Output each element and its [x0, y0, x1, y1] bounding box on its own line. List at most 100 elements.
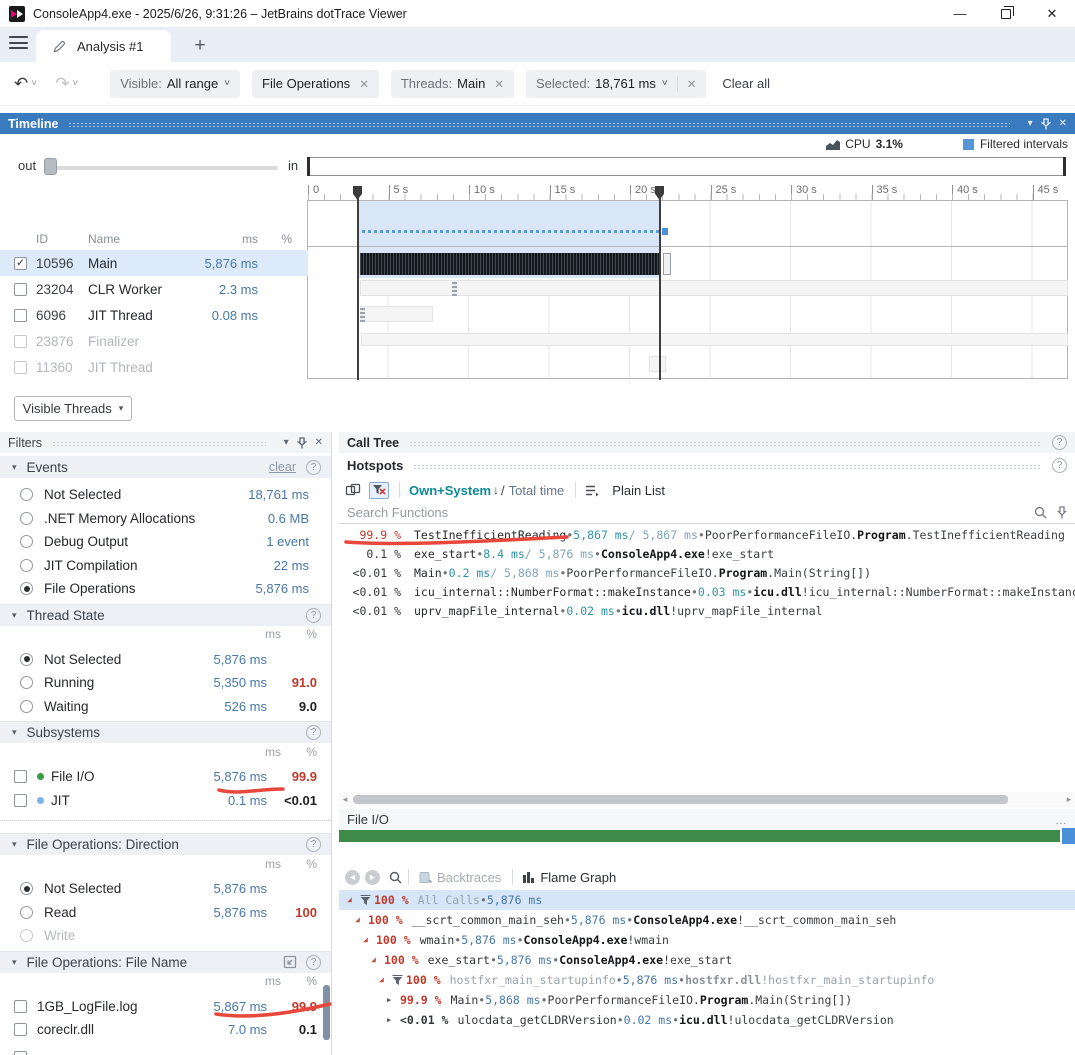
- scroll-right-icon[interactable]: ▸: [1063, 794, 1075, 805]
- direction-row[interactable]: Write: [0, 924, 331, 948]
- forward-icon[interactable]: ►: [365, 870, 380, 885]
- panel-close-icon[interactable]: ✕: [1059, 118, 1067, 129]
- plain-list-button[interactable]: Plain List: [612, 483, 665, 498]
- event-filter-row[interactable]: JIT Compilation 22 ms: [0, 554, 331, 578]
- call-tree-row[interactable]: ◢ 100 % All Calls • 5,876 ms: [339, 890, 1075, 910]
- filename-checkbox[interactable]: [14, 1000, 27, 1013]
- expand-arrow-icon[interactable]: ◢: [379, 970, 392, 990]
- filename-row[interactable]: 1GB_LogFile.log 5,867 ms 99.9: [0, 995, 331, 1019]
- filename-checkbox[interactable]: [14, 1023, 27, 1036]
- backtraces-button[interactable]: Backtraces: [437, 870, 501, 885]
- thread-state-row[interactable]: Running 5,350 ms 91.0: [0, 671, 331, 695]
- clipped-filename-checkbox[interactable]: [14, 1051, 27, 1055]
- flame-graph-icon[interactable]: [522, 871, 535, 883]
- panel-dropdown-icon[interactable]: ▾: [1028, 118, 1033, 129]
- tab-analysis-1[interactable]: Analysis #1: [36, 30, 171, 62]
- thread-checkbox[interactable]: [14, 309, 27, 322]
- radio-button[interactable]: [20, 582, 33, 595]
- direction-row[interactable]: Not Selected 5,876 ms: [0, 877, 331, 901]
- pin-icon[interactable]: [297, 437, 307, 449]
- radio-button[interactable]: [20, 559, 33, 572]
- call-tree-row[interactable]: ◢ 100 % hostfxr_main_startupinfo • 5,876…: [339, 970, 1075, 990]
- minimize-button[interactable]: —: [937, 0, 983, 27]
- scrollbar-thumb[interactable]: [353, 795, 1008, 804]
- remove-filter-icon[interactable]: ✕: [494, 77, 504, 91]
- subsystems-section-header[interactable]: ▾ Subsystems ?: [0, 721, 331, 743]
- scroll-left-icon[interactable]: ◂: [339, 794, 351, 805]
- hotspot-row[interactable]: 99.9 % TestInefficientReading • 5,867 ms…: [339, 526, 1075, 545]
- event-filter-row[interactable]: File Operations 5,876 ms: [0, 577, 331, 601]
- radio-button[interactable]: [20, 676, 33, 689]
- plain-list-icon[interactable]: [585, 484, 599, 497]
- sort-own-system-button[interactable]: Own+System: [409, 483, 491, 498]
- finalizer-activity-bar[interactable]: [361, 333, 1068, 346]
- expand-arrow-icon[interactable]: ▶: [387, 990, 400, 1010]
- close-button[interactable]: ✕: [1029, 0, 1075, 27]
- help-icon[interactable]: ?: [306, 460, 321, 475]
- collapse-chevron-icon[interactable]: ▾: [12, 727, 17, 738]
- thread-checkbox[interactable]: ✓: [14, 257, 27, 270]
- help-icon[interactable]: ?: [1052, 435, 1067, 450]
- filters-scrollbar-thumb[interactable]: [323, 985, 330, 1040]
- sort-total-time-button[interactable]: Total time: [509, 483, 565, 498]
- subsystem-row[interactable]: File I/O 5,876 ms 99.9: [0, 765, 331, 789]
- file-io-scrollbar-thumb[interactable]: [1062, 828, 1075, 844]
- visible-range-chip[interactable]: Visible: All range ˅: [110, 70, 240, 98]
- undo-icon[interactable]: ↶: [14, 74, 28, 94]
- radio-button[interactable]: [20, 882, 33, 895]
- thread-row[interactable]: ✓ 10596 Main 5,876 ms: [0, 250, 308, 276]
- radio-button[interactable]: [20, 700, 33, 713]
- selection-right-boundary[interactable]: [659, 187, 661, 380]
- filter-disabled-icon[interactable]: [369, 482, 389, 499]
- add-tab-button[interactable]: +: [188, 34, 212, 58]
- thread-checkbox[interactable]: [14, 361, 27, 374]
- panel-dropdown-icon[interactable]: ▾: [284, 437, 289, 448]
- zoom-slider-track[interactable]: [44, 166, 278, 170]
- thread-state-row[interactable]: Waiting 526 ms 9.0: [0, 695, 331, 719]
- subsystem-checkbox[interactable]: [14, 770, 27, 783]
- help-icon[interactable]: ?: [306, 955, 321, 970]
- filename-row[interactable]: coreclr.dll 7.0 ms 0.1: [0, 1018, 331, 1042]
- event-filter-row[interactable]: Debug Output 1 event: [0, 530, 331, 554]
- expand-arrow-icon[interactable]: ▶: [387, 1010, 400, 1030]
- call-tree-row[interactable]: ◢ 100 % wmain • 5,876 ms • ConsoleApp4.e…: [339, 930, 1075, 950]
- direction-row[interactable]: Read 5,876 ms 100: [0, 901, 331, 925]
- help-icon[interactable]: ?: [306, 608, 321, 623]
- hotspot-row[interactable]: 0.1 % exe_start • 8.4 ms / 5,876 ms • Co…: [339, 545, 1075, 564]
- zoom-slider-handle[interactable]: [44, 158, 57, 175]
- collapse-chevron-icon[interactable]: ▾: [12, 957, 17, 968]
- threads-chip[interactable]: Threads: Main ✕: [391, 70, 514, 98]
- collapse-chevron-icon[interactable]: ▾: [12, 610, 17, 621]
- thread-row[interactable]: 23204 CLR Worker 2.3 ms: [0, 276, 308, 302]
- jit-thread-activity-bar[interactable]: [360, 306, 433, 322]
- remove-filter-icon[interactable]: ✕: [687, 77, 697, 91]
- ellipsis-icon[interactable]: …: [1055, 813, 1067, 827]
- subsystem-row[interactable]: JIT 0.1 ms <0.01: [0, 789, 331, 813]
- radio-button[interactable]: [20, 512, 33, 525]
- flame-graph-button[interactable]: Flame Graph: [540, 870, 616, 885]
- expand-arrow-icon[interactable]: ◢: [355, 910, 368, 930]
- pin-search-icon[interactable]: [1057, 506, 1067, 519]
- radio-button[interactable]: [20, 653, 33, 666]
- radio-button[interactable]: [20, 488, 33, 501]
- clr-worker-activity-bar[interactable]: [360, 280, 1068, 296]
- redo-icon[interactable]: ↷: [55, 74, 69, 94]
- expand-arrow-icon[interactable]: ◢: [347, 890, 360, 910]
- remove-filter-icon[interactable]: ✕: [359, 77, 369, 91]
- maximize-button[interactable]: [983, 0, 1029, 27]
- undo-caret-icon[interactable]: ˅: [31, 78, 37, 89]
- search-functions-box[interactable]: Search Functions: [339, 502, 1075, 524]
- expand-arrow-icon[interactable]: ◢: [371, 950, 384, 970]
- timeline-chart[interactable]: [307, 200, 1068, 379]
- search-icon[interactable]: [1034, 506, 1047, 519]
- call-tree-row[interactable]: ◢ 100 % exe_start • 5,876 ms • ConsoleAp…: [339, 950, 1075, 970]
- hotspot-row[interactable]: <0.01 % icu_internal::NumberFormat::make…: [339, 583, 1075, 602]
- help-icon[interactable]: ?: [306, 725, 321, 740]
- clear-events-link[interactable]: clear: [269, 460, 296, 474]
- help-icon[interactable]: ?: [1052, 458, 1067, 473]
- back-icon[interactable]: ◄: [345, 870, 360, 885]
- radio-button[interactable]: [20, 929, 33, 942]
- main-thread-activity-bar[interactable]: [360, 253, 661, 275]
- thread-row[interactable]: 23876 Finalizer: [0, 328, 308, 354]
- expand-section-icon[interactable]: [283, 955, 297, 969]
